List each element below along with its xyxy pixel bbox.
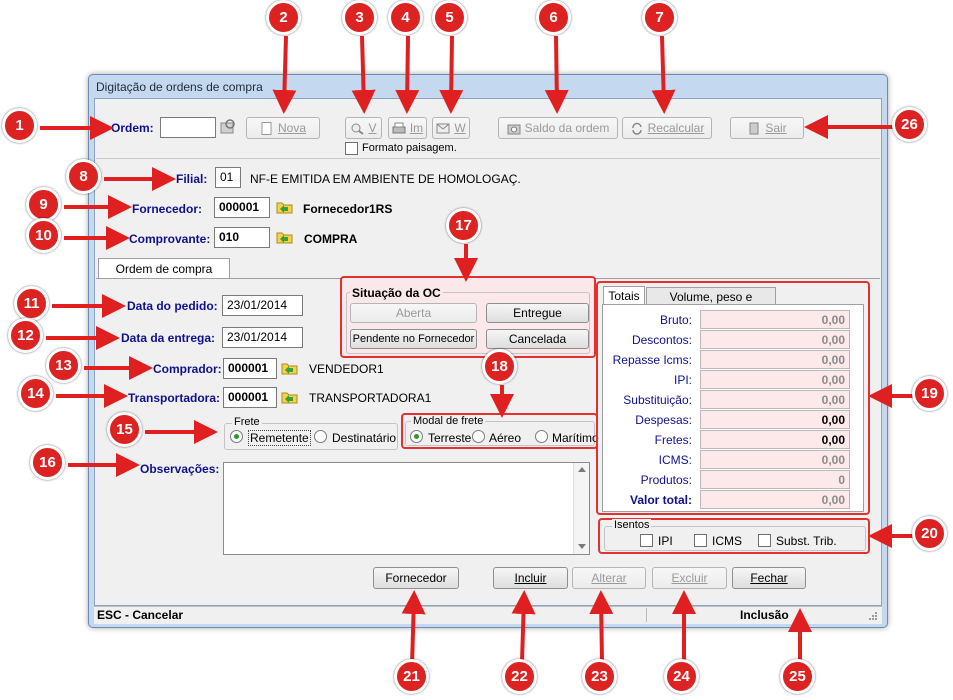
callout-badge-20: 20 bbox=[912, 516, 947, 551]
callout-badge-8: 8 bbox=[66, 159, 101, 194]
callout-badge-12: 12 bbox=[8, 318, 43, 353]
callout-badge-1: 1 bbox=[2, 108, 37, 143]
callout-badge-26: 26 bbox=[892, 107, 927, 142]
callout-badge-15: 15 bbox=[107, 412, 142, 447]
callout-badge-11: 11 bbox=[14, 286, 49, 321]
callout-badge-17: 17 bbox=[446, 208, 481, 243]
callout-badge-19: 19 bbox=[912, 376, 947, 411]
callout-badge-4: 4 bbox=[388, 0, 423, 35]
callout-badge-24: 24 bbox=[664, 659, 699, 694]
callout-badge-22: 22 bbox=[502, 659, 537, 694]
callout-badge-14: 14 bbox=[18, 376, 53, 411]
callout-badge-23: 23 bbox=[582, 659, 617, 694]
callout-badge-5: 5 bbox=[432, 0, 467, 35]
callout-badge-7: 7 bbox=[642, 0, 677, 35]
callout-badge-13: 13 bbox=[46, 348, 81, 383]
callout-badge-3: 3 bbox=[342, 0, 377, 35]
callout-badge-16: 16 bbox=[30, 445, 65, 480]
callout-badge-21: 21 bbox=[394, 659, 429, 694]
callout-arrows bbox=[40, 35, 920, 666]
callout-badge-9: 9 bbox=[26, 187, 61, 222]
callout-badge-6: 6 bbox=[536, 0, 571, 35]
callout-badge-18: 18 bbox=[482, 349, 517, 384]
callout-badge-2: 2 bbox=[266, 0, 301, 35]
callout-badge-25: 25 bbox=[780, 659, 815, 694]
callout-badge-10: 10 bbox=[26, 218, 61, 253]
